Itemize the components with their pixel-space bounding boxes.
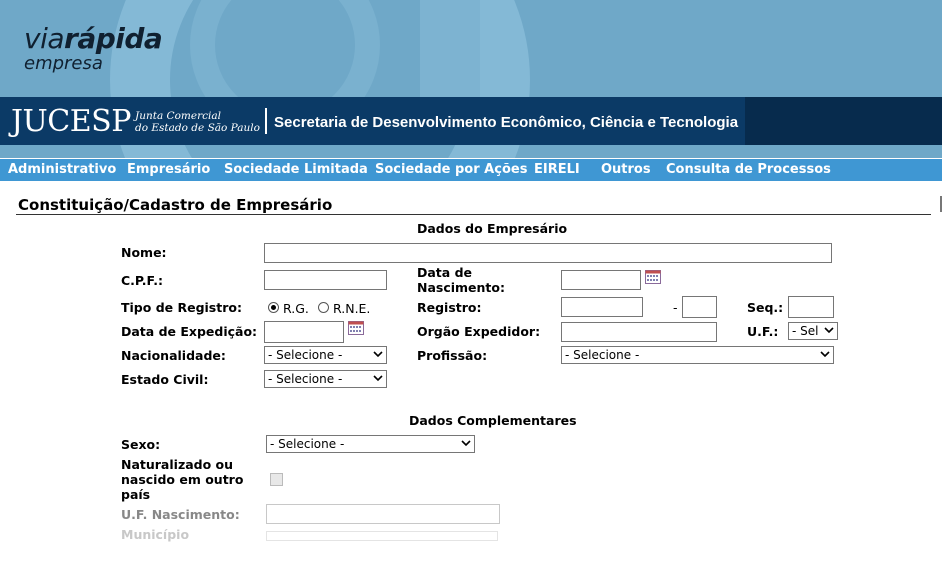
seq-input[interactable] bbox=[788, 296, 834, 318]
registro-dash: - bbox=[673, 300, 678, 315]
seq-label: Seq.: bbox=[747, 300, 784, 315]
logo-via: via bbox=[24, 22, 65, 55]
data-nascimento-label: Data de Nascimento: bbox=[417, 265, 505, 295]
viarapida-logo[interactable]: viarápida bbox=[24, 22, 163, 55]
orgao-expedidor-label: Orgão Expedidor: bbox=[417, 324, 541, 339]
sexo-select-value: - Selecione - bbox=[270, 437, 345, 451]
section-dados-empresario: Dados do Empresário bbox=[417, 221, 568, 236]
profissao-select[interactable]: - Selecione - bbox=[561, 346, 834, 364]
radio-rne[interactable] bbox=[318, 302, 329, 313]
uf-nascimento-input[interactable] bbox=[266, 504, 500, 524]
naturalizado-label: Naturalizado ou nascido em outro país bbox=[121, 457, 243, 502]
naturalizado-line-2: nascido em outro bbox=[121, 472, 244, 487]
nacionalidade-select[interactable]: - Selecione - bbox=[264, 346, 387, 364]
registro-digito-input[interactable] bbox=[682, 296, 717, 318]
chevron-down-icon bbox=[823, 324, 835, 336]
nacionalidade-select-value: - Selecione - bbox=[268, 348, 343, 362]
nav-consulta-de-processos[interactable]: Consulta de Processos bbox=[666, 162, 831, 177]
data-nascimento-input[interactable] bbox=[561, 270, 641, 290]
page-title: Constituição/Cadastro de Empresário bbox=[18, 196, 333, 214]
chevron-down-icon bbox=[373, 351, 383, 358]
nome-input[interactable] bbox=[264, 243, 832, 263]
estado-civil-select[interactable]: - Selecione - bbox=[264, 370, 387, 388]
estado-civil-select-value: - Selecione - bbox=[268, 372, 343, 386]
header-separator bbox=[265, 108, 267, 134]
radio-rne-label: R.N.E. bbox=[333, 301, 371, 316]
data-nascimento-label-line2: Nascimento: bbox=[417, 280, 505, 295]
nav-outros[interactable]: Outros bbox=[601, 162, 651, 177]
calendar-icon[interactable] bbox=[348, 321, 364, 335]
nav-administrativo[interactable]: Administrativo bbox=[8, 162, 116, 177]
nav-empresario[interactable]: Empresário bbox=[127, 162, 210, 177]
cpf-input[interactable] bbox=[264, 270, 387, 290]
tipo-registro-label: Tipo de Registro: bbox=[121, 300, 242, 315]
uf-select-value: - Sel bbox=[792, 324, 819, 338]
data-expedicao-label: Data de Expedição: bbox=[121, 324, 258, 339]
data-expedicao-input[interactable] bbox=[264, 321, 344, 343]
uf-select[interactable]: - Sel bbox=[788, 322, 838, 340]
uf-nascimento-label: U.F. Nascimento: bbox=[121, 507, 240, 522]
chevron-down-icon bbox=[820, 351, 830, 358]
calendar-icon[interactable] bbox=[645, 270, 661, 284]
nome-label: Nome: bbox=[121, 245, 167, 260]
sexo-select[interactable]: - Selecione - bbox=[266, 435, 475, 453]
nav-sociedade-por-acoes[interactable]: Sociedade por Ações bbox=[375, 162, 527, 177]
estado-civil-label: Estado Civil: bbox=[121, 372, 209, 387]
logo-rapida: rápida bbox=[64, 22, 163, 55]
chevron-down-icon bbox=[373, 375, 383, 382]
sexo-label: Sexo: bbox=[121, 437, 161, 452]
registro-label: Registro: bbox=[417, 300, 482, 315]
main-nav: Administrativo Empresário Sociedade Limi… bbox=[0, 159, 942, 181]
cpf-label: C.P.F.: bbox=[121, 273, 163, 288]
secretaria-text: Secretaria de Desenvolvimento Econômico,… bbox=[274, 114, 739, 131]
profissao-select-value: - Selecione - bbox=[565, 348, 640, 362]
profissao-label: Profissão: bbox=[417, 348, 488, 363]
radio-rg-label: R.G. bbox=[283, 301, 309, 316]
nacionalidade-label: Nacionalidade: bbox=[121, 348, 226, 363]
jucesp-bar-dark bbox=[745, 97, 942, 145]
chevron-down-icon bbox=[461, 440, 471, 447]
orgao-expedidor-input[interactable] bbox=[561, 322, 717, 342]
registro-input[interactable] bbox=[561, 297, 643, 317]
municipio-input[interactable] bbox=[266, 531, 498, 541]
uf-label: U.F.: bbox=[747, 324, 779, 339]
data-nascimento-label-line1: Data de bbox=[417, 265, 472, 280]
naturalizado-line-1: Naturalizado ou bbox=[121, 457, 234, 472]
naturalizado-line-3: país bbox=[121, 487, 151, 502]
municipio-label: Município bbox=[121, 527, 190, 542]
naturalizado-checkbox[interactable] bbox=[270, 473, 283, 486]
nav-sociedade-limitada[interactable]: Sociedade Limitada bbox=[224, 162, 368, 177]
junta-comercial-text: Junta Comercial do Estado de São Paulo bbox=[135, 110, 260, 134]
nav-eireli[interactable]: EIRELI bbox=[534, 162, 580, 177]
junta-line-1: Junta Comercial bbox=[135, 110, 221, 122]
radio-rg[interactable] bbox=[268, 302, 279, 313]
title-divider bbox=[16, 214, 931, 215]
junta-line-2: do Estado de São Paulo bbox=[135, 122, 260, 134]
jucesp-logo[interactable]: JUCESP bbox=[11, 104, 131, 139]
section-dados-complementares: Dados Complementares bbox=[409, 413, 577, 428]
logo-empresa: empresa bbox=[24, 53, 103, 74]
